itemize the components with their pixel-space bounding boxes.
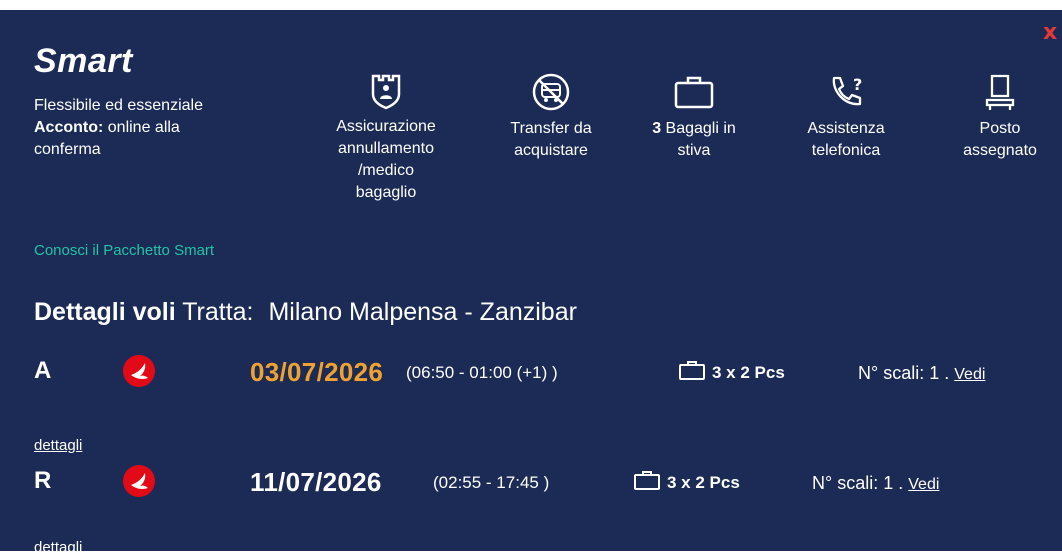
package-info-link[interactable]: Conosci il Pacchetto Smart	[34, 242, 214, 259]
feature-label-line: stiva	[677, 142, 711, 159]
feature-transfer: Transfer da acquistare	[495, 72, 607, 162]
route-label: Tratta:	[182, 298, 254, 326]
feature-label-line: acquistare	[514, 142, 588, 159]
feature-label-line: 3 Bagagli in	[644, 118, 744, 140]
suitcase-icon	[679, 361, 705, 380]
insurance-shield-icon	[371, 74, 401, 110]
flight-times: (06:50 - 01:00 (+1) )	[406, 363, 558, 382]
details-link[interactable]: Vedi	[954, 366, 985, 383]
airline-logo-icon	[123, 465, 155, 497]
deposit-value: online alla	[103, 119, 180, 136]
feature-label-line: bagaglio	[355, 184, 417, 201]
suitcase-icon	[674, 76, 714, 109]
seat-icon	[985, 74, 1015, 110]
flight-baggage: 3 x 2 Pcs	[633, 467, 740, 499]
feature-label-line: Transfer da	[510, 120, 592, 137]
stops-count: N° scali: 1 .	[812, 473, 904, 493]
flight-details-heading: Dettagli voli Tratta: Milano Malpensa - …	[34, 296, 577, 328]
feature-label-line: telefonica	[811, 142, 881, 159]
details-link-cont[interactable]: dettagli	[34, 436, 82, 456]
no-transfer-bus-icon	[532, 73, 570, 111]
baggage-count: 3	[652, 120, 662, 137]
flight-baggage: 3 x 2 Pcs	[678, 357, 785, 389]
deposit-value-cont: conferma	[34, 141, 101, 158]
feature-label-line: Posto	[979, 120, 1021, 137]
feature-assistance: ? Assistenza telefonica	[790, 72, 902, 162]
feature-label-line: Assicurazione	[336, 118, 436, 135]
details-link-cont[interactable]: dettagli	[34, 538, 82, 558]
feature-label-line: assegnato	[963, 142, 1037, 159]
package-tagline: Flessibile ed essenziale	[34, 97, 203, 114]
feature-label-line: Assistenza	[807, 120, 885, 137]
stops-count: N° scali: 1 .	[858, 363, 950, 383]
feature-insurance: Assicurazione annullamento /medico bagag…	[330, 72, 442, 204]
package-panel: x Smart Flessibile ed essenziale Acconto…	[0, 10, 1062, 556]
package-title: Smart	[34, 42, 133, 80]
flight-times: (02:55 - 17:45 )	[433, 473, 550, 492]
flight-direction: R	[34, 467, 52, 494]
baggage-allowance: 3 x 2 Pcs	[667, 473, 740, 492]
feature-label-text: Bagagli in	[661, 120, 736, 137]
deposit-label: Acconto:	[34, 119, 104, 136]
flight-direction: A	[34, 357, 52, 384]
details-link[interactable]: Vedi	[908, 476, 939, 493]
flight-date: 11/07/2026	[250, 467, 382, 497]
close-button[interactable]: x	[1043, 22, 1057, 44]
baggage-allowance: 3 x 2 Pcs	[712, 363, 785, 382]
flight-date: 03/07/2026	[250, 357, 384, 387]
suitcase-icon	[634, 471, 660, 490]
airline-logo-icon	[123, 355, 155, 387]
feature-seat: Posto assegnato	[942, 72, 1058, 162]
flight-stops: N° scali: 1 . Vedi	[812, 467, 939, 501]
svg-text:?: ?	[853, 75, 862, 94]
section-title: Dettagli voli	[34, 298, 176, 326]
feature-baggage: 3 Bagagli in stiva	[644, 72, 744, 162]
feature-label-line: annullamento	[337, 140, 435, 157]
route-name: Milano Malpensa - Zanzibar	[268, 298, 577, 326]
flight-stops: N° scali: 1 . Vedi	[858, 357, 985, 391]
feature-label-line: /medico	[357, 162, 415, 179]
deposit-info: Acconto: online alla	[34, 118, 180, 138]
phone-help-icon: ?	[832, 75, 862, 106]
